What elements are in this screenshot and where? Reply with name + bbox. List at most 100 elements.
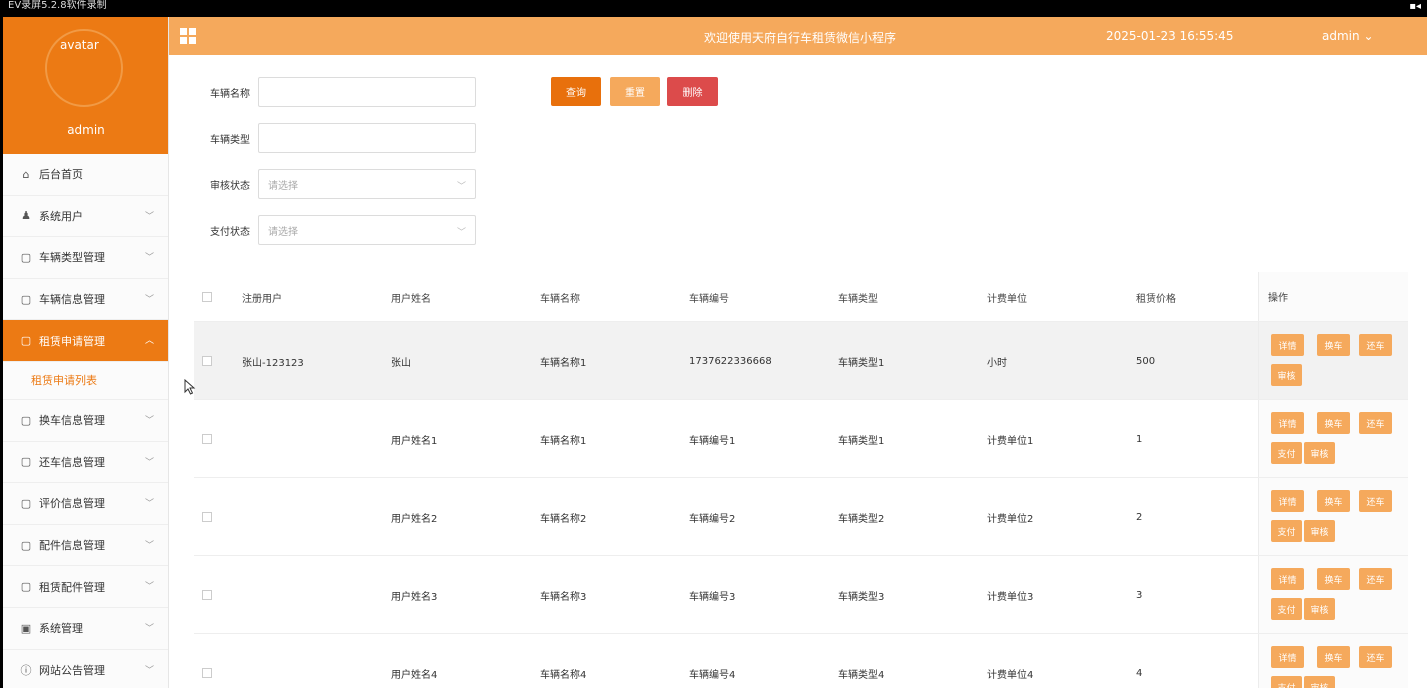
row-checkbox[interactable] [202,668,212,678]
sidebar-item[interactable]: ▢ 车辆类型管理 ﹀ [3,237,168,279]
header-user-dropdown[interactable]: admin ⌄ [1322,29,1374,43]
sidebar-item[interactable]: ▣ 系统管理 ﹀ [3,608,168,650]
filter-audit-status: 审核状态 请选择 ﹀ [176,169,476,199]
return-car-button[interactable]: 还车 [1359,412,1392,434]
doc-icon: ▢ [20,580,32,594]
audit-button[interactable]: 审核 [1304,598,1335,620]
table-cell: 车辆编号1 [689,435,736,447]
table-cell: 车辆名称1 [540,435,587,447]
row-checkbox-cell [202,322,212,400]
main-content: 车辆名称 车辆类型 审核状态 请选择 ﹀ 支付状态 请选择 ﹀ 查询 重置 删除… [176,62,1416,688]
table-cell: 车辆编号4 [689,669,736,681]
sidebar: avatar admin ⌂ 后台首页 ♟ 系统用户 ﹀ ▢ 车辆类型管理 ﹀ ▢ 车辆信息管理 ﹀… [3,17,169,688]
pay-button[interactable]: 支付 [1271,676,1302,688]
table-cell: 车辆名称3 [540,591,587,603]
row-checkbox-cell [202,400,212,478]
filter-label: 车辆类型 [210,134,250,146]
detail-button[interactable]: 详情 [1271,568,1304,590]
vehicle-name-input[interactable] [258,77,476,107]
audit-button[interactable]: 审核 [1271,364,1302,386]
chevron-down-icon: ﹀ [144,253,154,264]
delete-button[interactable]: 删除 [667,77,718,106]
doc-icon: ▢ [20,413,32,427]
sidebar-item[interactable]: ▢ 还车信息管理 ﹀ [3,442,168,484]
header-user-name: admin [1322,29,1360,43]
swap-car-button[interactable]: 换车 [1317,568,1350,590]
sidebar-item[interactable]: ⓘ 网站公告管理 ﹀ [3,650,168,688]
swap-car-button[interactable]: 换车 [1317,490,1350,512]
table-cell: 用户姓名3 [391,591,438,603]
audit-button[interactable]: 审核 [1304,676,1335,688]
table-cell: 用户姓名2 [391,513,438,525]
top-header: 欢迎使用天府自行车租赁微信小程序 2025-01-23 16:55:45 adm… [169,17,1427,55]
select-all-checkbox[interactable] [202,292,212,302]
home-icon: ⌂ [22,167,30,181]
row-checkbox[interactable] [202,512,212,522]
sidebar-item-label: 评价信息管理 [39,497,105,511]
row-checkbox[interactable] [202,434,212,444]
sidebar-item-label: 租赁配件管理 [39,580,105,594]
sidebar-item-label: 后台首页 [39,168,83,182]
header-title: 欢迎使用天府自行车租赁微信小程序 [704,31,897,45]
column-header: 租赁价格 [1136,293,1176,305]
table-cell: 车辆编号3 [689,591,736,603]
return-car-button[interactable]: 还车 [1359,490,1392,512]
filter-label: 审核状态 [210,180,250,192]
row-actions: 详情换车还车支付审核 [1258,634,1408,688]
pay-button[interactable]: 支付 [1271,442,1302,464]
select-placeholder: 请选择 [268,180,298,192]
chevron-down-icon: ﹀ [144,540,154,551]
column-header: 操作 [1258,272,1408,321]
sidebar-username: admin [67,123,105,137]
pay-button[interactable]: 支付 [1271,598,1302,620]
pay-button[interactable]: 支付 [1271,520,1302,542]
sidebar-item[interactable]: ▢ 评价信息管理 ﹀ [3,483,168,525]
sidebar-item-label: 网站公告管理 [39,663,105,677]
table-cell: 计费单位1 [987,435,1034,447]
row-actions: 详情换车还车支付审核 [1258,400,1408,477]
table-cell: 计费单位3 [987,591,1034,603]
return-car-button[interactable]: 还车 [1359,568,1392,590]
table-row: 张山-123123 张山 车辆名称1 1737622336668 车辆类型1 小时 500 详… [194,322,1408,400]
return-car-button[interactable]: 还车 [1359,334,1392,356]
window-control-icon[interactable]: ▪◂ [1409,1,1421,13]
search-button[interactable]: 查询 [551,77,601,106]
swap-car-button[interactable]: 换车 [1317,646,1350,668]
return-car-button[interactable]: 还车 [1359,646,1392,668]
image-icon: ▣ [20,621,32,635]
column-header: 计费单位 [987,293,1027,305]
detail-button[interactable]: 详情 [1271,334,1304,356]
avatar-alt-text: avatar [60,38,99,52]
sidebar-item[interactable]: ▢ 租赁申请管理 ︿ [3,320,168,362]
row-checkbox[interactable] [202,590,212,600]
audit-button[interactable]: 审核 [1304,442,1335,464]
sidebar-item-label: 还车信息管理 [39,455,105,469]
table-cell: 张山 [391,357,411,369]
sidebar-item[interactable]: ▢ 配件信息管理 ﹀ [3,525,168,567]
chevron-down-icon: ﹀ [144,623,154,634]
table-cell: 车辆名称1 [540,357,587,369]
grid-menu-icon[interactable] [180,28,196,44]
audit-status-select[interactable]: 请选择 ﹀ [258,169,476,199]
pay-status-select[interactable]: 请选择 ﹀ [258,215,476,245]
sidebar-item[interactable]: ▢ 租赁配件管理 ﹀ [3,566,168,608]
swap-car-button[interactable]: 换车 [1317,412,1350,434]
info-icon: ⓘ [20,663,32,677]
vehicle-type-input[interactable] [258,123,476,153]
doc-icon: ▢ [20,496,32,510]
sidebar-item[interactable]: ▢ 换车信息管理 ﹀ [3,400,168,442]
submenu-item-rental-list[interactable]: 租赁申请列表 [3,361,168,400]
reset-button[interactable]: 重置 [610,77,660,106]
chevron-down-icon: ﹀ [144,499,154,510]
swap-car-button[interactable]: 换车 [1317,334,1350,356]
row-checkbox[interactable] [202,356,212,366]
sidebar-item[interactable]: ♟ 系统用户 ﹀ [3,196,168,238]
detail-button[interactable]: 详情 [1271,412,1304,434]
detail-button[interactable]: 详情 [1271,490,1304,512]
sidebar-item[interactable]: ⌂ 后台首页 [3,154,168,196]
sidebar-item[interactable]: ▢ 车辆信息管理 ﹀ [3,279,168,321]
sidebar-item-label: 车辆类型管理 [39,251,105,265]
audit-button[interactable]: 审核 [1304,520,1335,542]
detail-button[interactable]: 详情 [1271,646,1304,668]
user-icon: ♟ [21,209,31,223]
